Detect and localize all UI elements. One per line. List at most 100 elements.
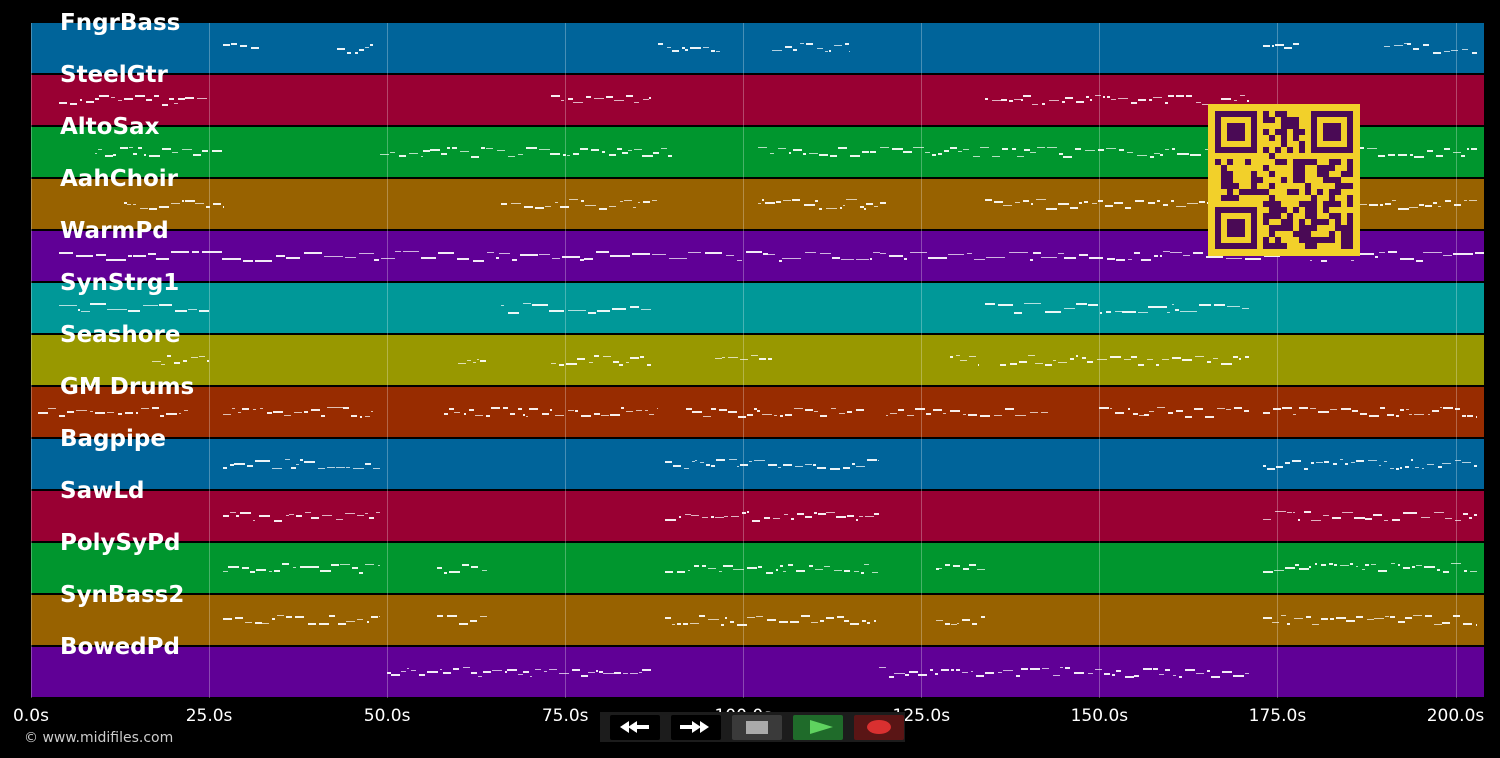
note [839, 207, 842, 209]
note [960, 360, 967, 361]
fast-forward-button[interactable] [671, 715, 721, 740]
note [1370, 564, 1377, 565]
note [630, 357, 639, 359]
note [814, 411, 818, 412]
track-lane [31, 283, 1484, 333]
note [1421, 468, 1425, 469]
note [364, 564, 375, 565]
note [1155, 364, 1160, 366]
note [773, 415, 777, 416]
note [77, 309, 80, 311]
note [935, 620, 943, 621]
note [1304, 468, 1308, 470]
note [1170, 252, 1182, 253]
note [380, 258, 395, 259]
rewind-button[interactable] [610, 715, 660, 740]
note [285, 616, 292, 618]
record-button[interactable] [854, 715, 904, 740]
note [1114, 202, 1124, 204]
time-tick-label: 75.0s [541, 706, 589, 726]
note [1021, 668, 1028, 670]
note [1002, 670, 1014, 671]
note [928, 257, 948, 259]
note [1352, 410, 1359, 412]
note [1463, 513, 1469, 515]
note [259, 408, 264, 409]
note [844, 570, 850, 572]
note [1049, 100, 1059, 101]
note [145, 99, 153, 101]
note [1241, 308, 1249, 309]
note [1380, 407, 1385, 409]
note [1187, 203, 1198, 204]
note [1044, 311, 1062, 313]
note [979, 415, 990, 417]
note [826, 208, 837, 209]
note [832, 257, 840, 259]
note [1384, 520, 1389, 521]
note [776, 569, 779, 571]
note [1175, 410, 1183, 412]
note [784, 46, 792, 48]
note [364, 513, 368, 514]
note [378, 565, 380, 566]
note [222, 206, 224, 208]
note [454, 412, 461, 413]
note [1244, 356, 1249, 358]
note [310, 566, 319, 568]
track-lane [31, 647, 1484, 697]
note [783, 464, 792, 466]
note [867, 459, 877, 461]
play-button[interactable] [793, 715, 843, 740]
note [985, 672, 994, 674]
note [823, 566, 830, 567]
note [1314, 563, 1318, 565]
note [746, 511, 749, 513]
note [1015, 415, 1026, 416]
note [1443, 255, 1453, 256]
note [1454, 460, 1462, 461]
note [863, 208, 867, 210]
note [477, 676, 483, 677]
note [1029, 259, 1033, 261]
note [644, 410, 649, 411]
note [1323, 515, 1330, 516]
note [1287, 623, 1291, 625]
copyright-text: © www.midifiles.com [24, 730, 174, 746]
note [288, 514, 294, 515]
note [244, 622, 252, 623]
note [1059, 153, 1063, 155]
note [548, 669, 557, 670]
note [295, 515, 302, 517]
note [803, 204, 815, 206]
note [252, 409, 256, 410]
note [878, 667, 886, 668]
note [1004, 408, 1014, 410]
note [1385, 616, 1390, 617]
note [671, 624, 675, 625]
note [235, 617, 244, 619]
note [487, 252, 494, 253]
note [640, 356, 645, 358]
note [956, 669, 961, 671]
note [337, 48, 346, 50]
track-lane [31, 335, 1484, 385]
note [261, 623, 269, 624]
note [1079, 202, 1082, 204]
note [728, 357, 739, 358]
note [1451, 50, 1458, 51]
note [162, 104, 169, 106]
note [1452, 253, 1473, 255]
note [1433, 202, 1437, 204]
note [997, 672, 1002, 673]
note [1148, 202, 1155, 204]
note [444, 413, 449, 415]
note [762, 199, 765, 201]
note [356, 619, 363, 620]
note [638, 672, 642, 673]
stop-button[interactable] [732, 715, 782, 740]
note [1076, 101, 1084, 103]
note [1137, 364, 1145, 366]
note [326, 467, 335, 468]
note [221, 258, 242, 260]
